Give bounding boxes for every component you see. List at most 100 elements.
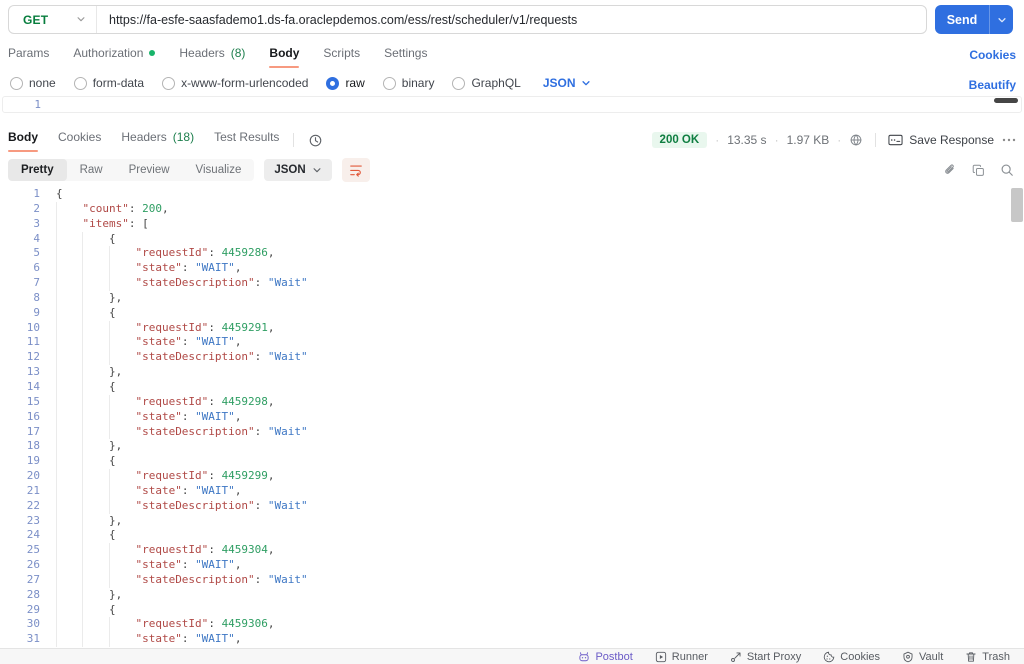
body-mode-graphql[interactable]: GraphQL	[452, 76, 521, 90]
code-line: 27 "stateDescription": "Wait"	[0, 572, 1024, 588]
token: "requestId"	[135, 394, 209, 408]
dot-separator	[837, 133, 841, 147]
raw-language-dropdown[interactable]: JSON	[543, 76, 591, 90]
send-button[interactable]: Send	[935, 5, 1013, 34]
token: 4459298	[221, 394, 268, 408]
request-tab-settings[interactable]: Settings	[384, 46, 427, 66]
statusbar-trash[interactable]: Trash	[965, 651, 1010, 663]
history-clock-icon[interactable]	[308, 133, 323, 148]
url-input[interactable]: https://fa-esfe-saasfademo1.ds-fa.oracle…	[97, 13, 926, 27]
body-mode-none[interactable]: none	[10, 76, 56, 90]
statusbar-postbot[interactable]: Postbot	[578, 650, 633, 663]
search-icon[interactable]	[1000, 163, 1014, 177]
token: "WAIT"	[195, 409, 235, 423]
indent-guide	[56, 201, 82, 217]
line-number: 12	[26, 350, 40, 364]
view-preview[interactable]: Preview	[116, 159, 183, 181]
line-number: 27	[26, 572, 40, 586]
beautify-link[interactable]: Beautify	[969, 78, 1016, 92]
indent-guide	[108, 632, 135, 648]
token: "WAIT"	[195, 335, 235, 349]
copy-icon[interactable]	[972, 164, 985, 177]
request-tab-authorization[interactable]: Authorization	[73, 46, 156, 66]
code-line: 3 "items": [	[0, 216, 1024, 232]
editor-line-number: 1	[34, 98, 41, 111]
more-options-icon[interactable]	[1002, 138, 1016, 142]
code-line: 30 "requestId": 4459306,	[0, 617, 1024, 633]
body-mode-binary[interactable]: binary	[382, 76, 434, 90]
indent-guide	[82, 498, 108, 514]
indent-guide	[82, 394, 108, 410]
indent-guide	[108, 572, 135, 588]
request-tab-body[interactable]: Body	[269, 46, 300, 68]
response-language-dropdown[interactable]: JSON	[264, 159, 332, 181]
code-line: 28},	[0, 587, 1024, 603]
send-options-button[interactable]	[989, 5, 1013, 34]
divider	[875, 133, 877, 147]
response-language-label: JSON	[274, 164, 306, 176]
token: ,	[234, 558, 242, 572]
token: "state"	[135, 409, 182, 423]
indent-guide	[108, 558, 135, 573]
save-response-button[interactable]: Save Response	[888, 133, 994, 147]
response-tab-cookies[interactable]: Cookies	[58, 130, 101, 150]
postman-app-window: GET https://fa-esfe-saasfademo1.ds-fa.or…	[0, 0, 1024, 664]
indent-guide	[82, 439, 108, 455]
gutter-gap	[40, 291, 56, 306]
statusbar-label: Postbot	[595, 650, 633, 663]
view-raw[interactable]: Raw	[67, 159, 116, 181]
statusbar-start-proxy[interactable]: Start Proxy	[730, 651, 801, 663]
tab-label: Body	[269, 46, 300, 60]
token: "stateDescription"	[135, 350, 255, 364]
statusbar-runner[interactable]: Runner	[655, 651, 708, 663]
cookies-link[interactable]: Cookies	[969, 48, 1016, 62]
globe-lock-icon[interactable]	[849, 133, 863, 147]
view-pretty[interactable]: Pretty	[8, 159, 67, 181]
editor-scrollbar[interactable]	[994, 98, 1018, 103]
token: :	[208, 394, 222, 408]
indent-guide	[82, 335, 108, 351]
response-body-viewer[interactable]: 1{2 "count": 200, 3 "items": [4{5 "requestId…	[0, 187, 1024, 648]
statusbar-vault[interactable]: Vault	[902, 651, 943, 663]
line-number: 9	[33, 305, 40, 319]
indent-guide	[108, 424, 135, 440]
body-mode-form-data[interactable]: form-data	[73, 76, 144, 90]
code-line: 26 "state": "WAIT",	[0, 558, 1024, 573]
token: :	[208, 469, 222, 483]
indent-guide	[82, 379, 108, 395]
radio-icon	[162, 76, 176, 90]
statusbar-cookies[interactable]: Cookies	[823, 651, 880, 663]
tab-label: Settings	[384, 46, 428, 60]
body-mode-raw[interactable]: raw	[326, 76, 365, 90]
indent-guide	[108, 261, 135, 277]
send-label[interactable]: Send	[935, 5, 989, 34]
gutter-gap	[40, 484, 56, 499]
tab-label: Params	[8, 46, 50, 60]
request-tab-headers[interactable]: Headers (8)	[179, 46, 245, 66]
response-tab-headers[interactable]: Headers (18)	[121, 130, 194, 150]
wrap-text-icon[interactable]	[341, 158, 370, 182]
tab-label: Headers	[179, 46, 225, 60]
line-number: 15	[26, 394, 40, 408]
request-tab-scripts[interactable]: Scripts	[323, 46, 360, 66]
tab-label: Authorization	[73, 46, 144, 60]
token: "requestId"	[135, 246, 209, 260]
request-body-editor[interactable]: 1	[2, 96, 1022, 113]
body-mode-x-www-form-urlencoded[interactable]: x-www-form-urlencoded	[162, 76, 308, 90]
indent-guide	[82, 231, 108, 247]
indent-guide	[56, 632, 82, 648]
indent-guide	[56, 558, 82, 573]
indent-guide	[108, 394, 135, 410]
request-tab-params[interactable]: Params	[8, 46, 49, 66]
view-visualize[interactable]: Visualize	[183, 159, 255, 181]
line-number: 19	[26, 454, 40, 468]
token: {	[108, 454, 116, 468]
indent-guide	[82, 587, 108, 603]
response-tab-test-results[interactable]: Test Results	[214, 130, 279, 150]
code-line: 19 {	[0, 454, 1024, 470]
method-selector[interactable]: GET	[9, 6, 97, 33]
link-icon[interactable]	[943, 163, 957, 177]
indent-guide	[108, 276, 135, 291]
response-scrollbar[interactable]	[1011, 188, 1023, 222]
response-tab-body[interactable]: Body	[8, 130, 38, 152]
